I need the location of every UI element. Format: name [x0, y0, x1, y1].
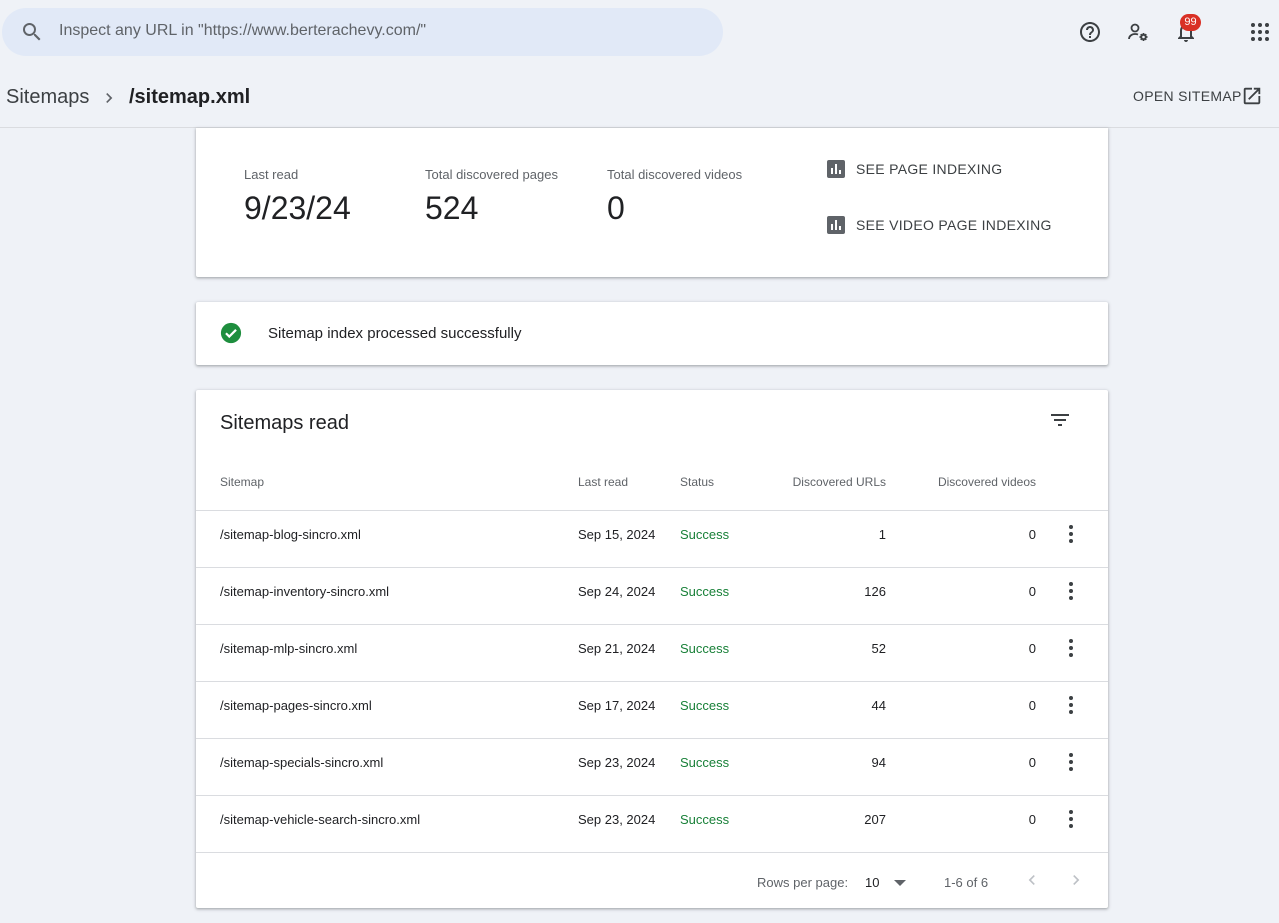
table-row[interactable]: /sitemap-specials-sincro.xml Sep 23, 2024… — [196, 738, 1108, 795]
cell-discovered-videos: 0 — [1028, 584, 1036, 599]
cell-discovered-urls: 1 — [878, 527, 886, 542]
cell-sitemap[interactable]: /sitemap-mlp-sincro.xml — [220, 641, 357, 656]
cell-sitemap[interactable]: /sitemap-pages-sincro.xml — [220, 698, 372, 713]
cell-status: Success — [680, 641, 730, 656]
see-page-indexing-label[interactable]: SEE PAGE INDEXING — [856, 161, 1002, 177]
bar-chart-icon — [827, 160, 845, 178]
more-vert-icon[interactable] — [1059, 522, 1083, 546]
stat-label: Last read — [244, 167, 299, 182]
table-title: Sitemaps read — [220, 412, 349, 434]
stat-value: 524 — [425, 190, 479, 226]
table-pagination: Rows per page: 10 1-6 of 6 — [196, 852, 1108, 908]
more-vert-icon[interactable] — [1059, 750, 1083, 774]
open-in-new-icon[interactable] — [1241, 85, 1263, 107]
sitemaps-read-card: Sitemaps read Sitemap Last read Status D… — [196, 390, 1108, 908]
cell-last-read: Sep 23, 2024 — [578, 755, 656, 770]
pagination-range: 1-6 of 6 — [944, 875, 989, 890]
bar-chart-icon — [827, 216, 845, 234]
search-icon[interactable] — [20, 20, 44, 44]
filter-icon[interactable] — [1048, 408, 1072, 432]
see-video-indexing-label[interactable]: SEE VIDEO PAGE INDEXING — [856, 217, 1052, 233]
more-vert-icon[interactable] — [1059, 579, 1083, 603]
chevron-right-icon[interactable] — [1066, 870, 1086, 890]
cell-status: Success — [680, 527, 730, 542]
column-header-sitemap[interactable]: Sitemap — [220, 475, 264, 489]
cell-status: Success — [680, 755, 730, 770]
page-title: /sitemap.xml — [129, 86, 251, 108]
caret-down-icon[interactable] — [893, 878, 907, 888]
check-circle-icon — [220, 322, 242, 344]
cell-sitemap[interactable]: /sitemap-inventory-sincro.xml — [220, 584, 389, 599]
rows-per-page-label: Rows per page: — [757, 875, 849, 890]
table-row[interactable]: /sitemap-inventory-sincro.xml Sep 24, 202… — [196, 567, 1108, 624]
column-header-last-read[interactable]: Last read — [578, 475, 628, 489]
cell-last-read: Sep 24, 2024 — [578, 584, 656, 599]
chevron-right-icon — [106, 93, 113, 103]
stat-last-read: Last read 9/23/24 — [244, 167, 351, 227]
cell-discovered-urls: 44 — [871, 698, 886, 713]
cell-last-read: Sep 15, 2024 — [578, 527, 656, 542]
table-row[interactable]: /sitemap-pages-sincro.xml Sep 17, 2024 Suc… — [196, 681, 1108, 738]
cell-status: Success — [680, 698, 730, 713]
status-message: Sitemap index processed successfully — [268, 325, 522, 342]
cell-discovered-urls: 52 — [871, 641, 886, 656]
cell-discovered-videos: 0 — [1028, 641, 1036, 656]
open-sitemap-button[interactable]: OPEN SITEMAP — [1133, 88, 1242, 104]
stat-total-videos: Total discovered videos 0 — [607, 167, 742, 227]
more-vert-icon[interactable] — [1059, 807, 1083, 831]
search-input[interactable]: Inspect any URL in "https://www.berterac… — [59, 22, 426, 40]
stat-value: 0 — [607, 190, 625, 226]
table-row[interactable]: /sitemap-mlp-sincro.xml Sep 21, 2024 Succe… — [196, 624, 1108, 681]
cell-discovered-urls: 207 — [864, 812, 886, 827]
more-vert-icon[interactable] — [1059, 693, 1083, 717]
table-row[interactable]: /sitemap-blog-sincro.xml Sep 15, 2024 Succ… — [196, 510, 1108, 567]
cell-status: Success — [680, 584, 730, 599]
cell-sitemap[interactable]: /sitemap-vehicle-search-sincro.xml — [220, 812, 420, 827]
cell-discovered-videos: 0 — [1028, 527, 1036, 542]
more-vert-icon[interactable] — [1059, 636, 1083, 660]
sitemap-stats-card: Last read 9/23/24 Total discovered pages… — [196, 128, 1108, 277]
cell-discovered-videos: 0 — [1028, 698, 1036, 713]
breadcrumb: Sitemaps /sitemap.xml OPEN SITEMAP — [0, 72, 1279, 128]
stat-total-pages: Total discovered pages 524 — [425, 167, 558, 227]
cell-last-read: Sep 23, 2024 — [578, 812, 656, 827]
cell-discovered-urls: 126 — [864, 584, 886, 599]
processing-status-card: Sitemap index processed successfully — [196, 302, 1108, 365]
cell-discovered-urls: 94 — [871, 755, 886, 770]
see-page-indexing-button[interactable]: SEE PAGE INDEXING — [826, 159, 1002, 179]
stat-label: Total discovered videos — [607, 167, 743, 182]
column-header-discovered-videos[interactable]: Discovered videos — [896, 475, 1036, 489]
cell-sitemap[interactable]: /sitemap-blog-sincro.xml — [220, 527, 361, 542]
apps-grid-icon[interactable] — [1248, 20, 1272, 44]
manage-accounts-icon[interactable] — [1126, 20, 1150, 44]
cell-status: Success — [680, 812, 730, 827]
help-icon[interactable] — [1078, 20, 1102, 44]
rows-per-page-select[interactable]: 10 — [865, 875, 879, 890]
chevron-left-icon[interactable] — [1022, 870, 1042, 890]
cell-discovered-videos: 0 — [1028, 812, 1036, 827]
cell-sitemap[interactable]: /sitemap-specials-sincro.xml — [220, 755, 383, 770]
cell-last-read: Sep 21, 2024 — [578, 641, 656, 656]
cell-discovered-videos: 0 — [1028, 755, 1036, 770]
stat-value: 9/23/24 — [244, 190, 351, 226]
column-header-status[interactable]: Status — [680, 475, 714, 489]
stat-label: Total discovered pages — [425, 167, 558, 182]
url-inspect-search[interactable]: Inspect any URL in "https://www.berterac… — [2, 8, 723, 56]
see-video-indexing-button[interactable]: SEE VIDEO PAGE INDEXING — [826, 215, 1052, 235]
breadcrumb-sitemaps-link[interactable]: Sitemaps — [6, 86, 89, 109]
cell-last-read: Sep 17, 2024 — [578, 698, 656, 713]
top-bar: Inspect any URL in "https://www.berterac… — [0, 0, 1279, 64]
notification-count-badge: 99 — [1180, 14, 1201, 31]
table-row[interactable]: /sitemap-vehicle-search-sincro.xml Sep 23… — [196, 795, 1108, 852]
column-header-discovered-urls[interactable]: Discovered URLs — [756, 475, 886, 489]
